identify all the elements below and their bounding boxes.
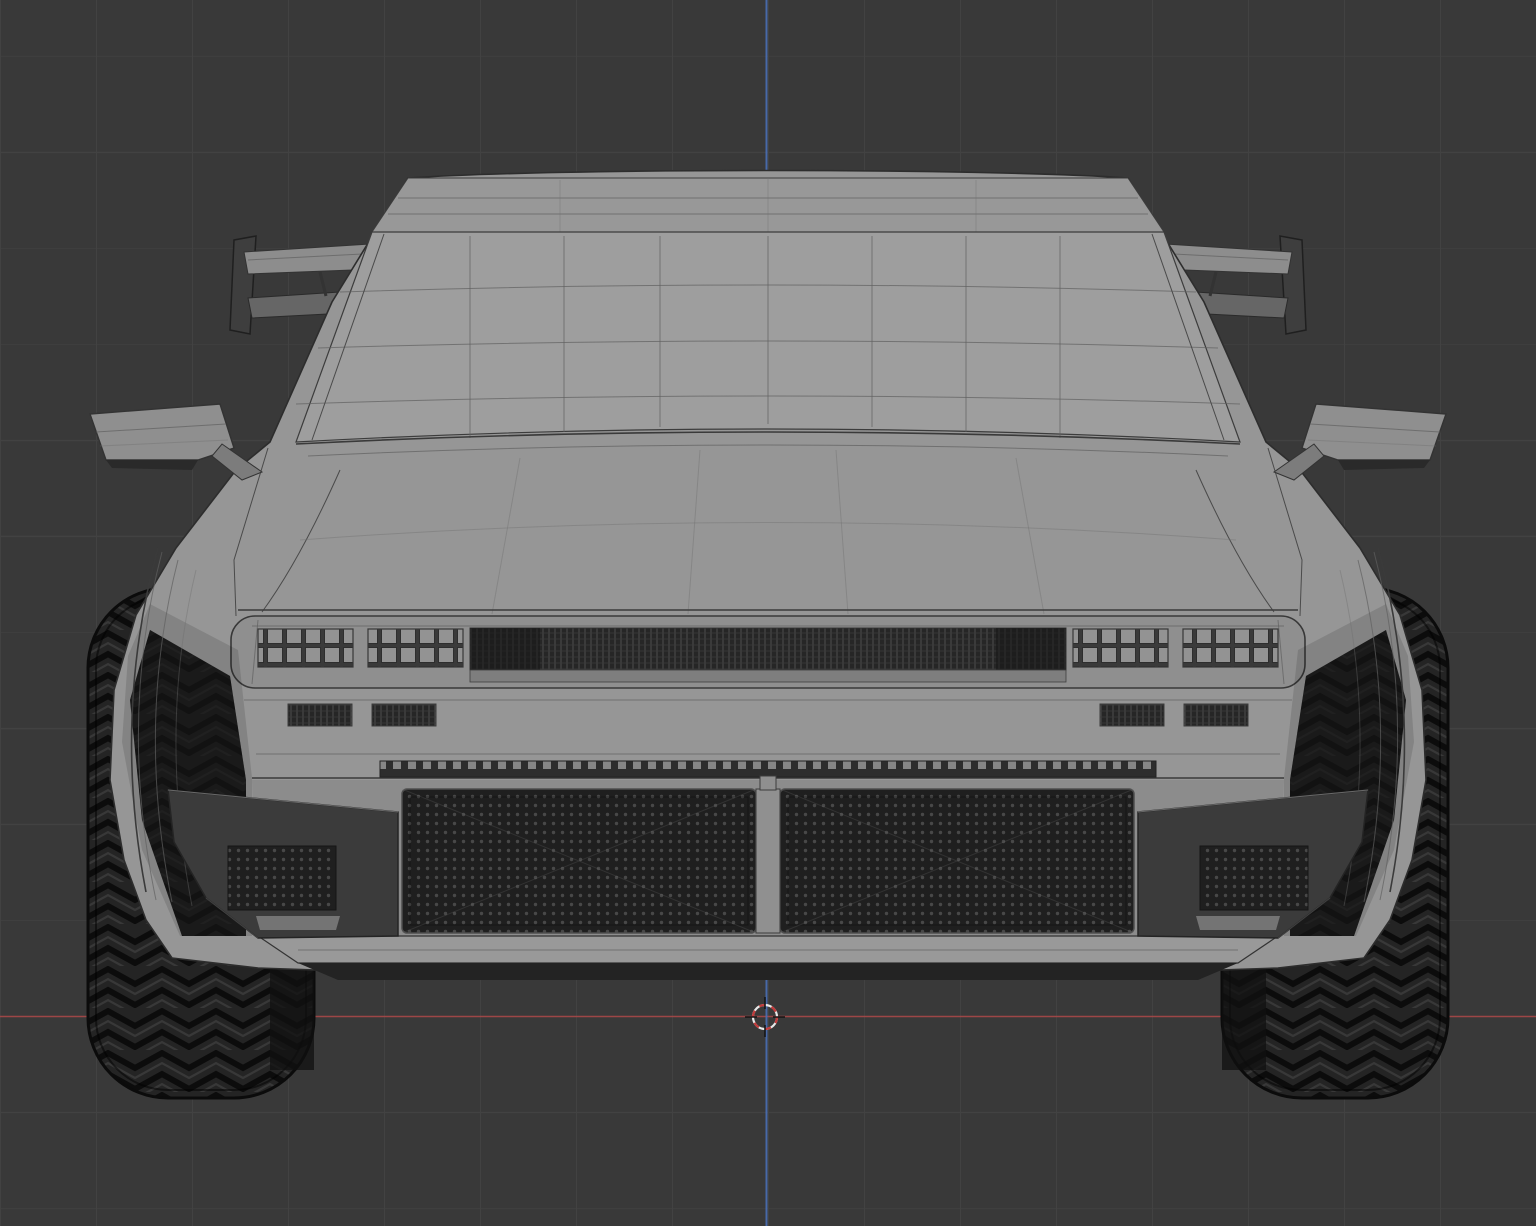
grille-center-divider <box>755 788 781 934</box>
lower-fascia <box>252 775 1284 936</box>
wing-endplate-right <box>1279 235 1307 335</box>
underbody-shadow <box>298 963 1238 980</box>
wing-endplate-left <box>229 235 257 335</box>
viewport-canvas[interactable] <box>0 0 1536 1226</box>
car-object[interactable] <box>86 169 1450 1100</box>
3d-viewport[interactable] <box>0 0 1536 1226</box>
headlight-center-mesh <box>469 627 1067 671</box>
bumper-vent-strip <box>379 760 1157 778</box>
front-splitter <box>256 935 1280 980</box>
side-mirror-right <box>1272 403 1447 481</box>
side-mirror-left <box>89 403 264 481</box>
